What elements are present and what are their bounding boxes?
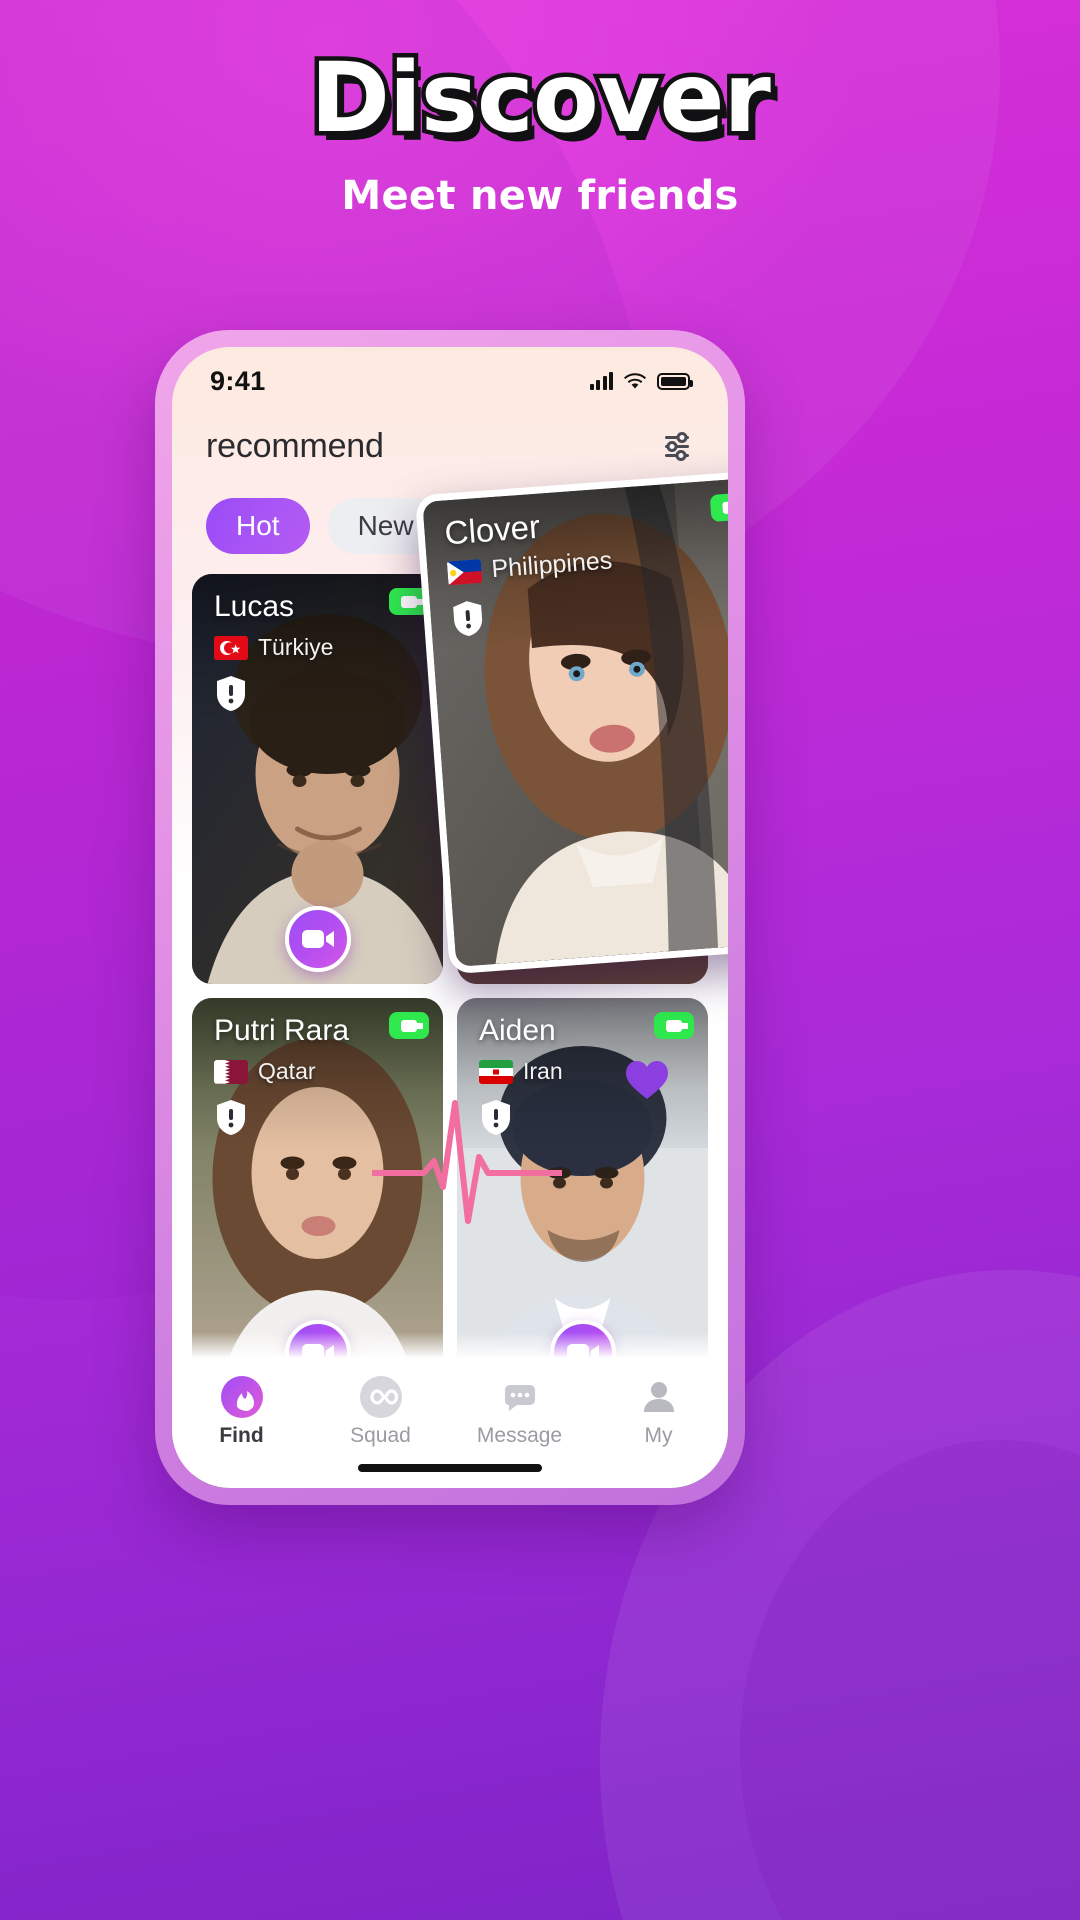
tab-label: Message (476, 1424, 563, 1447)
card-country: Qatar (214, 1058, 316, 1085)
card-country-label: Iran (523, 1058, 563, 1084)
card-lucas[interactable]: Lucas Türkiye (192, 574, 443, 984)
tab-label: Squad (350, 1424, 411, 1447)
live-badge (654, 1012, 694, 1039)
status-bar: 9:41 (172, 347, 728, 409)
tab-my[interactable]: My (599, 1370, 719, 1448)
person-icon (599, 1370, 719, 1424)
filter-icon[interactable] (660, 430, 694, 464)
phone-screen: 9:41 recommend Hot New Lucas Türkiye Put… (172, 347, 728, 1488)
card-name: Aiden (479, 1014, 556, 1047)
app-header: recommend (172, 409, 728, 472)
flag-turkiye-icon (214, 635, 248, 660)
wifi-icon (624, 372, 646, 390)
card-name: Clover (443, 507, 542, 552)
card-country: Türkiye (214, 634, 333, 661)
home-indicator (358, 1464, 542, 1472)
warning-shield-icon[interactable] (450, 598, 487, 638)
flag-qatar-icon (214, 1059, 248, 1084)
warning-shield-icon[interactable] (214, 1098, 248, 1136)
warning-shield-icon[interactable] (479, 1098, 513, 1136)
card-country: Iran (479, 1058, 563, 1085)
featured-card-clover[interactable]: Clover Philippines (414, 469, 728, 975)
promo-title: Discover (306, 42, 776, 154)
video-call-button[interactable] (284, 906, 351, 972)
page-title: recommend (206, 427, 384, 465)
heart-icon (624, 1059, 670, 1101)
tab-label: My (644, 1424, 673, 1447)
chat-bubble-icon (460, 1370, 580, 1424)
flag-iran-icon (479, 1059, 513, 1084)
status-time: 9:41 (210, 365, 266, 396)
tab-find[interactable]: Find (182, 1370, 302, 1448)
phone-mockup: 9:41 recommend Hot New Lucas Türkiye Put… (155, 330, 745, 1505)
live-badge (709, 492, 728, 522)
tab-label: Find (219, 1424, 264, 1447)
promo-text-block: Discover Meet new friends (0, 42, 1080, 219)
flag-philippines-icon (446, 558, 483, 585)
signal-bars-icon (589, 372, 613, 390)
card-country-label: Türkiye (258, 634, 334, 660)
tab-message[interactable]: Message (460, 1370, 580, 1448)
promo-subtitle: Meet new friends (341, 172, 739, 219)
chip-hot[interactable]: Hot (206, 498, 310, 554)
card-name: Putri Rara (214, 1014, 350, 1047)
scroll-fade (172, 1332, 728, 1358)
card-country-label: Qatar (258, 1058, 316, 1084)
infinity-icon (321, 1370, 441, 1424)
tab-squad[interactable]: Squad (321, 1370, 441, 1448)
flame-icon (182, 1370, 302, 1424)
card-name: Lucas (214, 590, 295, 623)
battery-icon (657, 372, 693, 390)
warning-shield-icon[interactable] (214, 674, 248, 712)
live-badge (389, 1012, 429, 1039)
status-icons (589, 372, 693, 390)
